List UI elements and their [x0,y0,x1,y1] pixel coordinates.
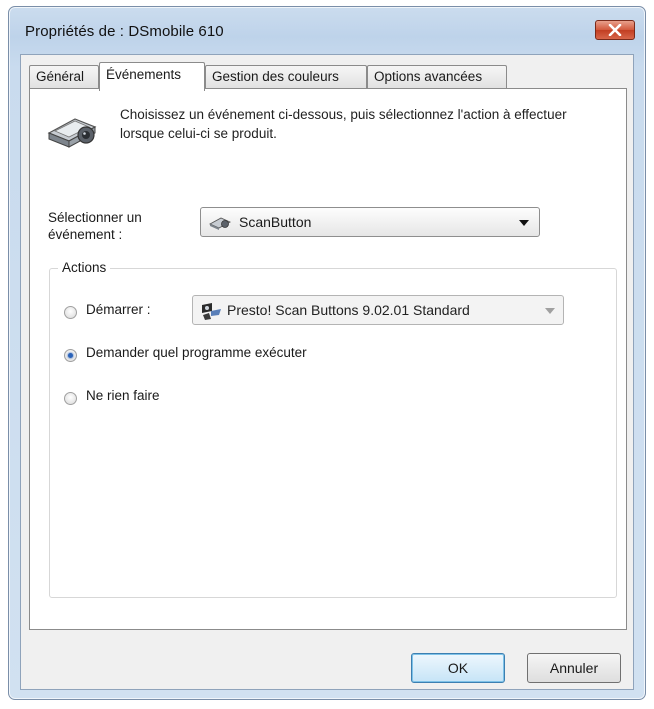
program-dropdown-value: Presto! Scan Buttons 9.02.01 Standard [227,302,470,318]
do-nothing-radio-label[interactable]: Ne rien faire [86,388,160,403]
close-icon [608,24,622,36]
properties-dialog: Propriétés de : DSmobile 610 Général Évé… [8,6,646,700]
scanner-icon [47,118,97,148]
title-bar[interactable]: Propriétés de : DSmobile 610 [9,7,645,53]
start-radio[interactable] [64,306,77,319]
tab-events-label: Événements [106,67,182,82]
select-event-label: Sélectionner un événement : [48,210,142,242]
program-dropdown[interactable]: Presto! Scan Buttons 9.02.01 Standard [192,295,564,325]
program-icon [202,303,221,320]
tab-advanced-options[interactable]: Options avancées [367,65,507,89]
window-title: Propriétés de : DSmobile 610 [25,23,224,40]
ok-button[interactable]: OK [411,653,505,683]
tab-general[interactable]: Général [29,65,99,89]
instructions-text: Choisissez un événement ci-dessous, puis… [120,107,567,141]
actions-group: Actions Démarrer : Presto! Scan Buttons … [49,260,617,598]
dialog-client-area: Général Événements Gestion des couleurs … [20,54,634,690]
tab-advanced-options-label: Options avancées [374,69,483,84]
event-dropdown-value: ScanButton [239,214,312,230]
tab-color-management[interactable]: Gestion des couleurs [205,65,367,89]
chevron-down-icon [545,308,555,314]
tab-color-management-label: Gestion des couleurs [212,69,339,84]
cancel-button[interactable]: Annuler [527,653,621,683]
actions-group-title: Actions [58,260,111,275]
events-panel: Choisissez un événement ci-dessous, puis… [29,88,627,630]
do-nothing-radio[interactable] [64,392,77,405]
ask-program-radio-label[interactable]: Demander quel programme exécuter [86,345,307,360]
chevron-down-icon [519,220,529,226]
close-button[interactable] [595,20,635,40]
event-dropdown[interactable]: ScanButton [200,207,540,237]
tab-events[interactable]: Événements [99,62,205,91]
start-radio-label[interactable]: Démarrer : [86,302,151,317]
ask-program-radio[interactable] [64,349,77,362]
scanbutton-icon [209,217,231,230]
tab-general-label: Général [36,69,85,84]
